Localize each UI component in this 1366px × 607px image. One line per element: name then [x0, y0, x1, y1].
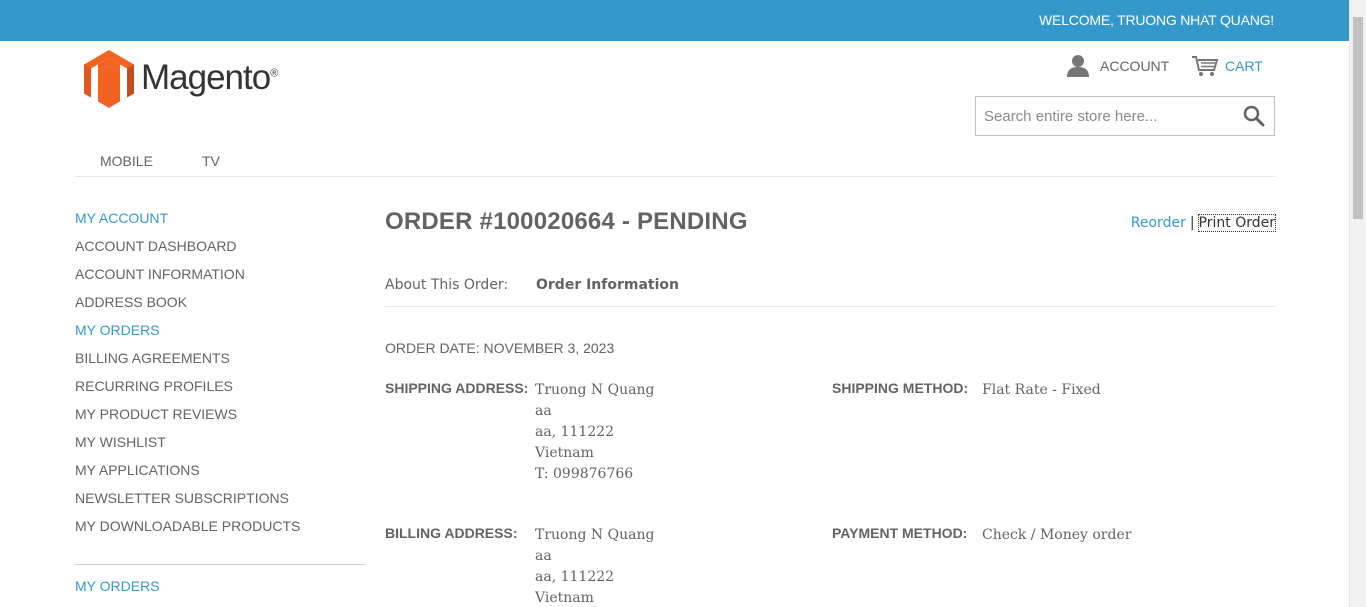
search-icon[interactable]: [1243, 105, 1265, 127]
sidebar-item-address-book[interactable]: ADDRESS BOOK: [75, 294, 365, 322]
sidebar-item-my-wishlist[interactable]: MY WISHLIST: [75, 434, 365, 462]
address-line: T: 099876766: [535, 466, 634, 482]
link-separator: |: [1189, 215, 1195, 231]
shipping-method-label: SHIPPING METHOD:: [832, 380, 969, 396]
shipping-address-value: Truong N Quang aa aa, 111222 Vietnam T: …: [535, 380, 654, 485]
user-icon: [1066, 54, 1092, 78]
address-line: aa: [535, 548, 552, 564]
account-sidebar: MY ACCOUNT ACCOUNT DASHBOARD ACCOUNT INF…: [75, 210, 365, 546]
page-title: ORDER #100020664 - PENDING: [385, 208, 748, 235]
search-box: [975, 96, 1275, 136]
address-line: Truong N Quang: [535, 527, 655, 543]
sidebar-item-recurring-profiles[interactable]: RECURRING PROFILES: [75, 378, 365, 406]
logo-wordmark: Magento®: [141, 58, 278, 97]
welcome-message: WELCOME, TRUONG NHAT QUANG!: [1039, 12, 1274, 28]
payment-method-label: PAYMENT METHOD:: [832, 525, 968, 541]
shipping-method-text: Flat Rate - Fixed: [982, 382, 1101, 398]
tab-order-information[interactable]: Order Information: [536, 277, 679, 293]
payment-method-text: Check / Money order: [982, 527, 1132, 543]
reorder-link[interactable]: Reorder: [1131, 215, 1186, 231]
order-actions: Reorder | Print Order: [1131, 214, 1277, 232]
nav-item-mobile[interactable]: MOBILE: [100, 153, 153, 169]
address-line: aa: [535, 403, 552, 419]
sidebar-item-my-applications[interactable]: MY APPLICATIONS: [75, 462, 365, 490]
page-scrollbar[interactable]: [1349, 0, 1366, 607]
sidebar-section-title-my-orders: MY ORDERS: [75, 578, 160, 594]
print-order-link[interactable]: Print Order: [1197, 214, 1277, 232]
search-input[interactable]: [976, 97, 1232, 135]
scrollbar-thumb[interactable]: [1353, 17, 1363, 219]
address-line: Truong N Quang: [535, 382, 655, 398]
cart-icon: [1191, 54, 1219, 78]
sidebar-divider: [75, 564, 365, 565]
order-date: ORDER DATE: NOVEMBER 3, 2023: [385, 340, 615, 356]
address-line: Vietnam: [535, 590, 594, 606]
account-link[interactable]: ACCOUNT: [1066, 54, 1169, 78]
sidebar-item-billing-agreements[interactable]: BILLING AGREEMENTS: [75, 350, 365, 378]
sidebar-item-my-product-reviews[interactable]: MY PRODUCT REVIEWS: [75, 406, 365, 434]
order-tabs: About This Order: Order Information: [385, 277, 1275, 307]
sidebar-item-newsletter-subscriptions[interactable]: NEWSLETTER SUBSCRIPTIONS: [75, 490, 365, 518]
sidebar-item-account-dashboard[interactable]: ACCOUNT DASHBOARD: [75, 238, 365, 266]
billing-address-value: Truong N Quang aa aa, 111222 Vietnam: [535, 525, 654, 607]
address-line: aa, 111222: [535, 569, 615, 585]
shipping-method-value: Flat Rate - Fixed: [982, 380, 1101, 401]
store-logo[interactable]: Magento®: [84, 50, 278, 108]
address-line: aa, 111222: [535, 424, 615, 440]
nav-item-tv[interactable]: TV: [202, 153, 220, 169]
magento-logo-icon: [84, 50, 134, 108]
cart-link[interactable]: CART: [1191, 54, 1263, 78]
shipping-address-label: SHIPPING ADDRESS:: [385, 380, 529, 396]
sidebar-item-my-downloadable-products[interactable]: MY DOWNLOADABLE PRODUCTS: [75, 518, 365, 546]
billing-address-label: BILLING ADDRESS:: [385, 525, 518, 541]
sidebar-title: MY ACCOUNT: [75, 210, 169, 226]
sidebar-item-my-orders[interactable]: MY ORDERS: [75, 322, 365, 350]
payment-method-value: Check / Money order: [982, 525, 1131, 546]
cart-label: CART: [1225, 58, 1263, 74]
main-nav: MOBILE TV: [75, 153, 1275, 177]
account-label: ACCOUNT: [1100, 58, 1170, 74]
sidebar-item-account-information[interactable]: ACCOUNT INFORMATION: [75, 266, 365, 294]
address-line: Vietnam: [535, 445, 594, 461]
about-order-label: About This Order:: [385, 277, 509, 293]
top-bar: WELCOME, TRUONG NHAT QUANG!: [0, 0, 1349, 41]
